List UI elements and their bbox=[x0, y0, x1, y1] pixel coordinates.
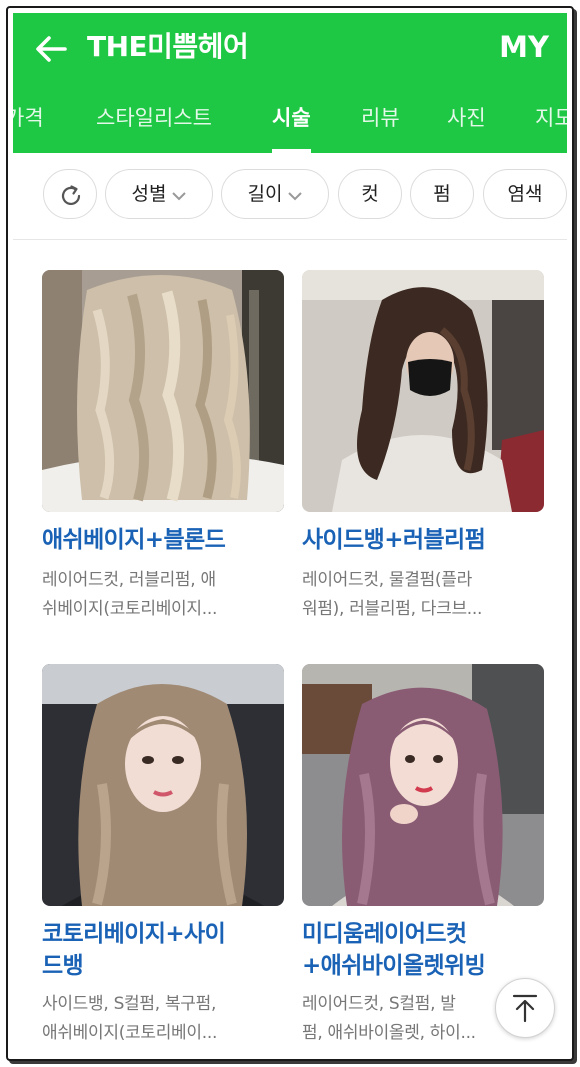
my-page-button[interactable]: MY bbox=[499, 27, 549, 67]
tab-price[interactable]: 가격 bbox=[13, 83, 44, 153]
style-title[interactable]: 애쉬베이지+블론드 bbox=[42, 524, 292, 556]
style-photo-ash-blonde[interactable] bbox=[42, 270, 284, 512]
app-screen: THE미쁨헤어 MY 가격 스타일리스트 시술 리뷰 사진 지도 성별 길이 컷… bbox=[13, 13, 567, 1054]
style-photo-ash-violet[interactable] bbox=[302, 664, 544, 906]
back-arrow-icon[interactable] bbox=[31, 29, 71, 69]
tab-review[interactable]: 리뷰 bbox=[361, 83, 400, 153]
style-title[interactable]: 코토리베이지+사이 드뱅 bbox=[42, 918, 292, 982]
tab-map[interactable]: 지도 bbox=[535, 83, 567, 153]
salon-title: THE미쁨헤어 bbox=[87, 30, 249, 63]
refresh-icon bbox=[61, 185, 81, 205]
section-tabs: 가격 스타일리스트 시술 리뷰 사진 지도 bbox=[13, 83, 567, 153]
tab-treatment[interactable]: 시술 bbox=[272, 83, 311, 153]
filter-perm[interactable]: 펌 bbox=[410, 169, 474, 219]
style-description: 사이드뱅, S컬펌, 복구펌, 애쉬베이지(코토리베이... bbox=[42, 994, 218, 1043]
tab-stylist[interactable]: 스타일리스트 bbox=[96, 83, 212, 153]
style-title[interactable]: 사이드뱅+러블리펌 bbox=[302, 524, 552, 556]
chevron-down-icon bbox=[172, 171, 187, 219]
style-description: 레이어드컷, 러블리펌, 애 쉬베이지(코토리베이지... bbox=[42, 570, 218, 619]
filter-cut[interactable]: 컷 bbox=[338, 169, 402, 219]
arrow-up-icon bbox=[512, 994, 538, 1023]
filter-bar: 성별 길이 컷 펌 염색 bbox=[13, 153, 567, 240]
top-app-bar: THE미쁨헤어 MY bbox=[13, 13, 567, 83]
scroll-to-top-button[interactable] bbox=[495, 978, 555, 1038]
tab-photo[interactable]: 사진 bbox=[447, 83, 486, 153]
chevron-down-icon bbox=[288, 171, 303, 219]
style-photo-side-bang[interactable] bbox=[302, 270, 544, 512]
filter-color[interactable]: 염색 bbox=[483, 169, 567, 219]
phone-frame: THE미쁨헤어 MY 가격 스타일리스트 시술 리뷰 사진 지도 성별 길이 컷… bbox=[6, 6, 574, 1061]
filter-gender[interactable]: 성별 bbox=[105, 169, 213, 219]
filter-length[interactable]: 길이 bbox=[221, 169, 329, 219]
refresh-button[interactable] bbox=[43, 169, 97, 219]
style-title[interactable]: 미디움레이어드컷 +애쉬바이올렛위빙 bbox=[302, 918, 552, 982]
style-photo-kotori-beige[interactable] bbox=[42, 664, 284, 906]
style-description: 레이어드컷, 물결펌(플라 워펌), 러블리펌, 다크브... bbox=[302, 570, 483, 619]
